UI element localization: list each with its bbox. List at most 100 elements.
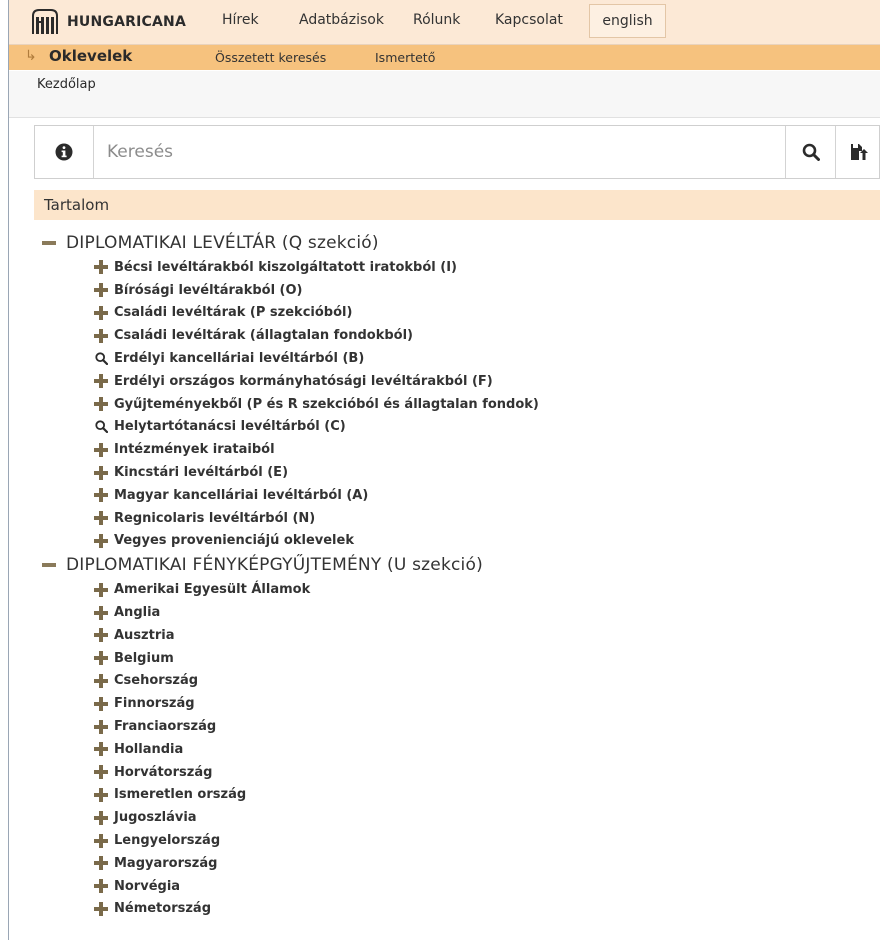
tree-item-label[interactable]: Ausztria (114, 628, 174, 643)
advanced-search-link[interactable]: Összetett keresés (215, 50, 326, 65)
expand-plus-icon[interactable] (94, 901, 108, 916)
tree-item-label[interactable]: Horvátország (114, 765, 212, 780)
tree-item: Magyarország (34, 852, 880, 875)
expand-plus-icon[interactable] (94, 511, 108, 526)
tree-item-label[interactable]: Magyarország (114, 856, 217, 871)
nav-adatbazisok[interactable]: Adatbázisok (299, 12, 384, 28)
search-icon[interactable] (94, 352, 108, 366)
description-link[interactable]: Ismertető (375, 50, 435, 65)
tree-item-label[interactable]: Családi levéltárak (állagtalan fondokból… (114, 328, 413, 343)
expand-plus-icon[interactable] (94, 765, 108, 780)
tree-item-label[interactable]: Bírósági levéltárakból (O) (114, 283, 303, 298)
tree-item-label[interactable]: Franciaország (114, 719, 216, 734)
tree-item-label[interactable]: Csehország (114, 673, 198, 688)
tree-item-label[interactable]: Magyar kancelláriai levéltárból (A) (114, 488, 368, 503)
site-logo[interactable]: HUNGARICANA (31, 7, 186, 37)
nav-rolunk[interactable]: Rólunk (413, 12, 460, 28)
tree-item-label[interactable]: Németország (114, 901, 211, 916)
expand-plus-icon[interactable] (94, 810, 108, 825)
tree-item-label[interactable]: Ismeretlen ország (114, 787, 246, 802)
tree-item: Norvégia (34, 875, 880, 898)
database-subbar: ↳ Oklevelek Összetett keresés Ismertető (9, 45, 880, 70)
tree-item: Bírósági levéltárakból (O) (34, 279, 880, 302)
tree-item: Kincstári levéltárból (E) (34, 461, 880, 484)
info-button[interactable] (35, 126, 94, 178)
search-input[interactable] (105, 136, 759, 168)
expand-plus-icon[interactable] (94, 465, 108, 480)
tree-item-label[interactable]: Jugoszlávia (114, 810, 197, 825)
tree-item: Anglia (34, 601, 880, 624)
database-title[interactable]: Oklevelek (49, 47, 132, 65)
tree-item-label[interactable]: Finnország (114, 696, 195, 711)
logo-text: HUNGARICANA (67, 14, 186, 30)
expand-plus-icon[interactable] (94, 283, 108, 298)
tree-item-label[interactable]: Bécsi levéltárakból kiszolgáltatott irat… (114, 260, 457, 275)
tree-item-label[interactable]: Erdélyi kancelláriai levéltárból (B) (114, 351, 364, 366)
tree-item: Regnicolaris levéltárból (N) (34, 507, 880, 530)
tree-item: Ismeretlen ország (34, 784, 880, 807)
tree-item-label[interactable]: Erdélyi országos kormányhatósági levéltá… (114, 374, 493, 389)
expand-plus-icon[interactable] (94, 305, 108, 320)
tree-section-label[interactable]: DIPLOMATIKAI LEVÉLTÁR (Q szekció) (66, 233, 379, 253)
content-heading-label: Tartalom (44, 196, 110, 214)
tree-item-label[interactable]: Norvégia (114, 879, 180, 894)
tree-item-label[interactable]: Belgium (114, 651, 174, 666)
tree-item: Családi levéltárak (állagtalan fondokból… (34, 324, 880, 347)
collapse-minus-icon[interactable] (42, 563, 56, 568)
expand-plus-icon[interactable] (94, 696, 108, 711)
export-button[interactable] (835, 126, 880, 178)
tree-section: DIPLOMATIKAI FÉNYKÉPGYŰJTEMÉNY (U szekci… (34, 552, 880, 578)
expand-plus-icon[interactable] (94, 856, 108, 871)
expand-plus-icon[interactable] (94, 582, 108, 597)
expand-plus-icon[interactable] (94, 833, 108, 848)
tree-item-label[interactable]: Gyűjteményekből (P és R szekcióból és ál… (114, 397, 539, 412)
tree-item-label[interactable]: Amerikai Egyesült Államok (114, 582, 310, 597)
tree-item: Intézmények irataiból (34, 438, 880, 461)
expand-plus-icon[interactable] (94, 628, 108, 643)
tree-item-label[interactable]: Regnicolaris levéltárból (N) (114, 511, 315, 526)
expand-plus-icon[interactable] (94, 673, 108, 688)
tree-item-label[interactable]: Helytartótanácsi levéltárból (C) (114, 419, 346, 434)
tree-item-label[interactable]: Hollandia (114, 742, 183, 757)
expand-plus-icon[interactable] (94, 260, 108, 275)
expand-plus-icon[interactable] (94, 605, 108, 620)
tree-item-label[interactable]: Intézmények irataiból (114, 442, 275, 457)
return-arrow-icon: ↳ (25, 48, 37, 64)
info-icon (55, 143, 73, 161)
tree-item: Erdélyi országos kormányhatósági levéltá… (34, 370, 880, 393)
window-left-border (0, 0, 9, 940)
expand-plus-icon[interactable] (94, 787, 108, 802)
expand-plus-icon[interactable] (94, 397, 108, 412)
expand-plus-icon[interactable] (94, 651, 108, 666)
tree-item-label[interactable]: Anglia (114, 605, 160, 620)
tree-item-label[interactable]: Kincstári levéltárból (E) (114, 465, 288, 480)
search-icon[interactable] (94, 420, 108, 434)
tree-section-label[interactable]: DIPLOMATIKAI FÉNYKÉPGYŰJTEMÉNY (U szekci… (66, 555, 483, 575)
language-button[interactable]: english (589, 4, 666, 38)
content-heading: Tartalom (34, 190, 880, 220)
expand-plus-icon[interactable] (94, 374, 108, 389)
tree-item: Ausztria (34, 624, 880, 647)
tree-item-label[interactable]: Családi levéltárak (P szekcióból) (114, 305, 352, 320)
tree-item: Amerikai Egyesült Államok (34, 578, 880, 601)
tree-item-label[interactable]: Vegyes provenienciájú oklevelek (114, 533, 354, 548)
tree-item-label[interactable]: Lengyelország (114, 833, 220, 848)
expand-plus-icon[interactable] (94, 488, 108, 503)
tree-item: Belgium (34, 647, 880, 670)
expand-plus-icon[interactable] (94, 879, 108, 894)
nav-hirek[interactable]: Hírek (222, 12, 259, 28)
breadcrumb: Kezdőlap (9, 71, 880, 118)
tree-item: Bécsi levéltárakból kiszolgáltatott irat… (34, 256, 880, 279)
collapse-minus-icon[interactable] (42, 241, 56, 245)
search-button[interactable] (785, 126, 836, 178)
expand-plus-icon[interactable] (94, 742, 108, 757)
expand-plus-icon[interactable] (94, 533, 108, 548)
tree-item: Gyűjteményekből (P és R szekcióból és ál… (34, 393, 880, 416)
tree-item: Csehország (34, 670, 880, 693)
nav-kapcsolat[interactable]: Kapcsolat (495, 12, 563, 28)
search-icon (802, 143, 820, 161)
expand-plus-icon[interactable] (94, 719, 108, 734)
expand-plus-icon[interactable] (94, 328, 108, 343)
expand-plus-icon[interactable] (94, 442, 108, 457)
breadcrumb-home[interactable]: Kezdőlap (37, 77, 96, 92)
